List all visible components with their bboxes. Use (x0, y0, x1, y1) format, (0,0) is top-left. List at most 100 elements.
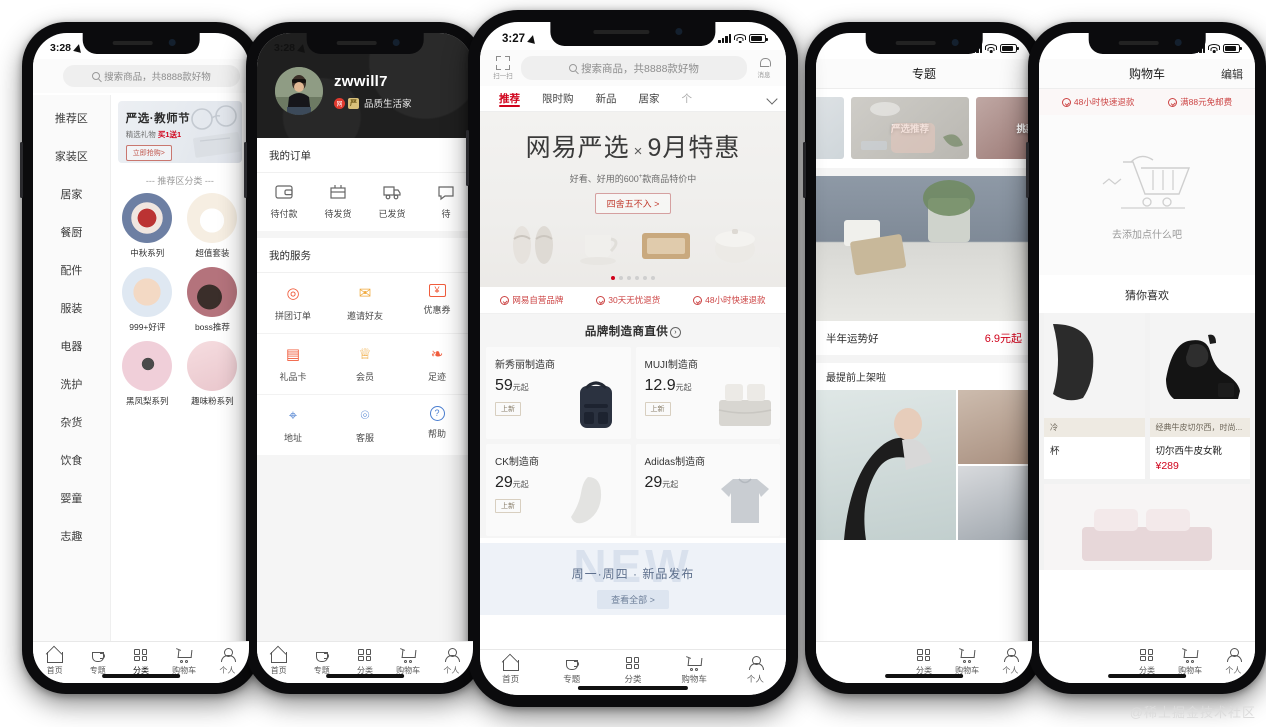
category-item[interactable]: 999+好评 (118, 267, 177, 333)
tab-home[interactable]: 首页 (480, 655, 541, 685)
tab-living[interactable]: 居家 (628, 91, 671, 106)
service-address[interactable]: ⌖ 地址 (257, 395, 329, 455)
services-grid[interactable]: ◎ 拼团订单 ✉ 邀请好友 ¥ 优惠券 ▤ 礼品卡 ♕ 会员 ❧ 足迹 ⌖ 地址… (257, 273, 473, 455)
topic-photo[interactable] (816, 176, 1032, 321)
category-item-grid[interactable]: 中秋系列 超值套装 999+好评 boss推荐 黑凤梨系列 趣味粉系列 (118, 193, 242, 407)
category-item[interactable]: 超值套装 (183, 193, 242, 259)
sidebar-item-clothing[interactable]: 服装 (33, 289, 110, 327)
tab-profile[interactable]: 个人 (989, 647, 1032, 676)
sidebar-item-grocery[interactable]: 杂货 (33, 403, 110, 441)
tab-profile[interactable]: 个人 (206, 647, 249, 676)
topic-photo-grid[interactable] (816, 390, 1032, 540)
sidebar-item-accessories[interactable]: 配件 (33, 251, 110, 289)
topic-photo-small[interactable] (958, 390, 1032, 464)
sidebar-item-appliance[interactable]: 电器 (33, 327, 110, 365)
service-group-buy[interactable]: ◎ 拼团订单 (257, 273, 329, 334)
truck-icon (382, 183, 402, 201)
tab-topics[interactable]: 专题 (541, 655, 602, 685)
tab-recommend[interactable]: 推荐 (488, 91, 531, 107)
topic-photo-small[interactable] (958, 466, 1032, 540)
sidebar-item-hobby[interactable]: 志趣 (33, 517, 110, 555)
product-card[interactable] (1044, 484, 1250, 570)
home-tabs[interactable]: 推荐 限时购 新品 居家 个 (480, 86, 786, 112)
tab-profile[interactable]: 个人 (430, 647, 473, 676)
scan-button[interactable]: 扫一扫 (491, 56, 515, 80)
promo-banner[interactable]: 网易严选 × 9月特惠 好看、好用的600+款商品特价中 四舍五不入 > (480, 112, 786, 287)
orders-row[interactable]: 待付款 待发货 已发货 待 (257, 173, 473, 231)
order-status-review[interactable]: 待 (419, 183, 473, 220)
sidebar-item-home-decor[interactable]: 家装区 (33, 137, 110, 175)
topic-photo-column[interactable] (958, 390, 1032, 540)
sidebar-item-baby[interactable]: 婴童 (33, 479, 110, 517)
tab-more[interactable]: 个 (671, 91, 704, 106)
brand-card[interactable]: 新秀丽制造商 59元起 上新 (486, 347, 631, 439)
avatar[interactable] (275, 67, 323, 115)
sidebar-item-kitchen[interactable]: 餐厨 (33, 213, 110, 251)
product-grid[interactable]: 冷 杯 经典牛皮切尔西，时尚... 切尔西牛皮女靴 ¥289 (1039, 313, 1255, 570)
tab-cart[interactable]: 购物车 (1169, 647, 1212, 676)
topic-card[interactable] (816, 97, 844, 159)
tab-categories[interactable]: 分类 (119, 647, 162, 676)
tab-categories[interactable]: 分类 (343, 647, 386, 676)
screenshot-stage: 专题 严选推荐 挑款 (0, 0, 1266, 727)
edit-button[interactable]: 编辑 (1221, 66, 1243, 82)
service-help[interactable]: ? 帮助 (401, 395, 473, 455)
topic-card[interactable]: 挑款 (976, 97, 1032, 159)
tab-topics[interactable]: 专题 (76, 647, 119, 676)
carousel-dots[interactable] (480, 276, 786, 280)
service-gift-card[interactable]: ▤ 礼品卡 (257, 334, 329, 395)
tab-topics[interactable]: 专题 (300, 647, 343, 676)
category-item[interactable]: boss推荐 (183, 267, 242, 333)
service-footprint[interactable]: ❧ 足迹 (401, 334, 473, 395)
brand-card-grid[interactable]: 新秀丽制造商 59元起 上新 MUJI制造商 12.9元起 上新 CK制造商 2… (480, 347, 786, 536)
order-status-pending-ship[interactable]: 待发货 (311, 183, 365, 220)
banner-button[interactable]: 立即抢购> (125, 145, 172, 161)
service-membership[interactable]: ♕ 会员 (329, 334, 401, 395)
chevron-down-icon[interactable] (768, 94, 778, 104)
topic-card[interactable]: 严选推荐 (851, 97, 969, 159)
topic-row-2[interactable]: 最提前上架啦 (816, 363, 1032, 390)
tab-cart[interactable]: 购物车 (946, 647, 989, 676)
messages-button[interactable]: 消息 (753, 57, 775, 79)
view-all-button[interactable]: 查看全部 > (597, 590, 669, 609)
brand-card[interactable]: MUJI制造商 12.9元起 上新 (635, 347, 780, 439)
promo-banner[interactable]: 严选·教师节 精选礼物 买1送1 立即抢购> (117, 101, 242, 163)
sidebar-item-living[interactable]: 居家 (33, 175, 110, 213)
service-invite-friends[interactable]: ✉ 邀请好友 (329, 273, 401, 334)
tab-profile[interactable]: 个人 (725, 655, 786, 685)
topic-carousel[interactable]: 严选推荐 挑款 (816, 89, 1032, 168)
chevron-right-icon[interactable]: › (670, 327, 682, 338)
tab-profile[interactable]: 个人 (1212, 647, 1255, 676)
tab-flash-sale[interactable]: 限时购 (531, 91, 585, 106)
topic-photo-large[interactable] (816, 390, 957, 540)
category-item[interactable]: 中秋系列 (118, 193, 177, 259)
category-sidebar[interactable]: 推荐区 家装区 居家 餐厨 配件 服装 电器 洗护 杂货 饮食 婴童 志趣 (33, 95, 111, 641)
brand-card[interactable]: Adidas制造商 29元起 (635, 444, 780, 536)
category-item[interactable]: 趣味粉系列 (183, 341, 242, 407)
tab-label: 推荐 (499, 93, 520, 105)
topic-row[interactable]: 半年运势好 6.9元起 (816, 321, 1032, 355)
sidebar-item-food[interactable]: 饮食 (33, 441, 110, 479)
tab-home[interactable]: 首页 (257, 647, 300, 676)
tab-new[interactable]: 新品 (585, 91, 628, 106)
sidebar-item-washing[interactable]: 洗护 (33, 365, 110, 403)
order-status-shipped[interactable]: 已发货 (365, 183, 419, 220)
search-input[interactable]: 搜索商品，共8888款好物 (63, 65, 240, 87)
order-status-unpaid[interactable]: 待付款 (257, 183, 311, 220)
tab-cart[interactable]: 购物车 (664, 655, 725, 685)
search-input[interactable]: 搜索商品，共8888款好物 (521, 56, 747, 80)
tab-categories[interactable]: 分类 (1125, 647, 1168, 676)
tab-cart[interactable]: 购物车 (387, 647, 430, 676)
brand-card[interactable]: CK制造商 29元起 上新 (486, 444, 631, 536)
service-coupon[interactable]: ¥ 优惠券 (401, 273, 473, 334)
service-support[interactable]: ⌾ 客服 (329, 395, 401, 455)
sidebar-item-recommend[interactable]: 推荐区 (33, 99, 110, 137)
tab-cart[interactable]: 购物车 (163, 647, 206, 676)
category-item[interactable]: 黑凤梨系列 (118, 341, 177, 407)
product-card[interactable]: 经典牛皮切尔西，时尚... 切尔西牛皮女靴 ¥289 (1149, 313, 1250, 479)
tab-home[interactable]: 首页 (33, 647, 76, 676)
tab-categories[interactable]: 分类 (602, 655, 663, 685)
product-card[interactable]: 冷 杯 (1044, 313, 1145, 479)
new-release-section[interactable]: NEW 周一·周四 · 新品发布 查看全部 > (480, 543, 786, 615)
tab-categories[interactable]: 分类 (902, 647, 945, 676)
